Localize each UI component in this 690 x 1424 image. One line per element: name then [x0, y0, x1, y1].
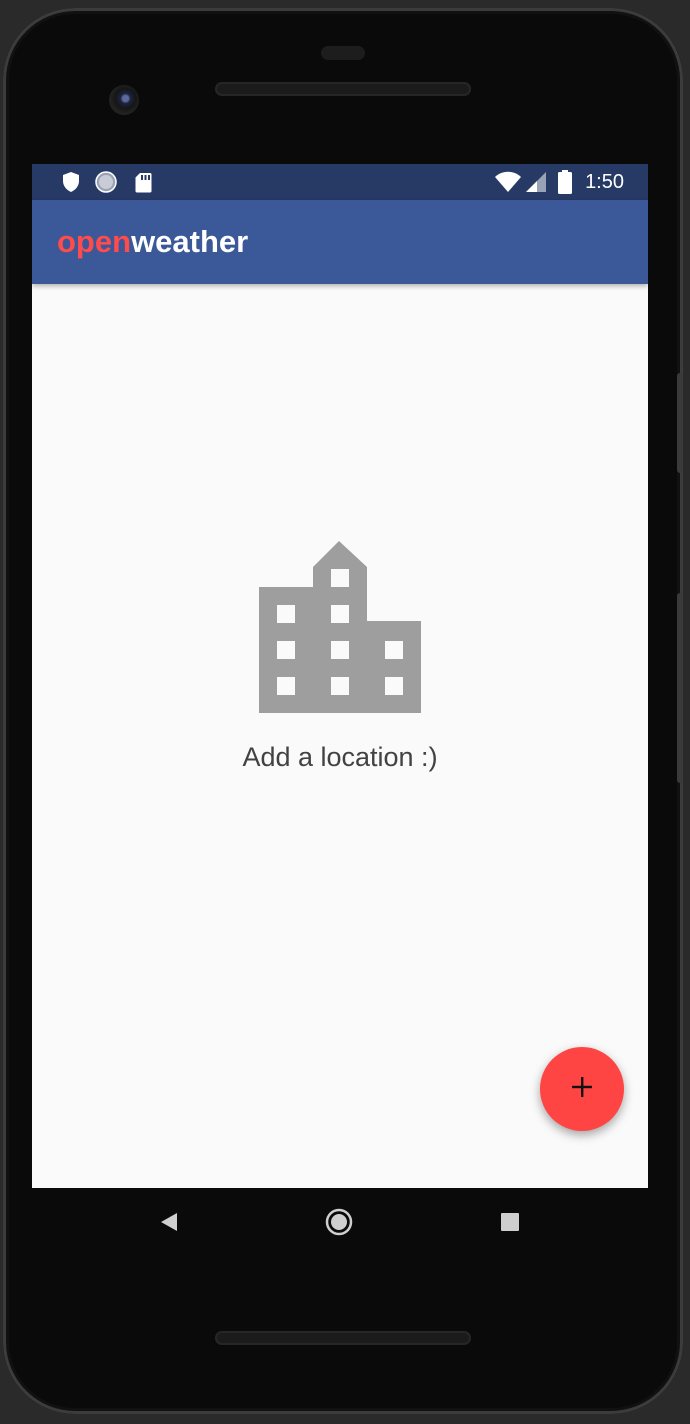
front-camera	[109, 85, 139, 115]
cell-signal-icon	[524, 164, 548, 200]
earpiece-speaker	[215, 82, 471, 96]
recents-button[interactable]	[470, 1188, 550, 1260]
main-content: Add a location :)	[32, 284, 648, 1188]
bottom-speaker	[215, 1331, 471, 1345]
app-title-weather: weather	[131, 224, 249, 259]
navigation-bar	[32, 1188, 648, 1260]
empty-state-message: Add a location :)	[242, 742, 438, 772]
status-bar: 1:50	[32, 164, 648, 200]
shield-icon	[60, 164, 82, 200]
back-button[interactable]	[129, 1188, 209, 1260]
battery-icon	[557, 164, 573, 200]
back-icon	[159, 1212, 179, 1237]
sd-card-icon	[133, 164, 153, 200]
wifi-icon	[493, 164, 523, 200]
screen: 1:50 openweather Add a location :)	[32, 164, 648, 1188]
building-icon	[259, 541, 421, 713]
recents-icon	[500, 1212, 520, 1237]
sync-circle-icon	[94, 164, 118, 200]
home-icon	[325, 1208, 353, 1241]
volume-button	[677, 373, 683, 473]
add-location-button[interactable]	[540, 1047, 624, 1131]
app-title-open: open	[57, 224, 132, 259]
app-bar: openweather	[32, 200, 648, 284]
app-title: openweather	[57, 200, 248, 284]
power-button	[677, 593, 683, 783]
home-button[interactable]	[299, 1188, 379, 1260]
proximity-sensor	[321, 46, 365, 60]
status-time: 1:50	[585, 171, 624, 193]
plus-icon	[570, 1075, 594, 1104]
